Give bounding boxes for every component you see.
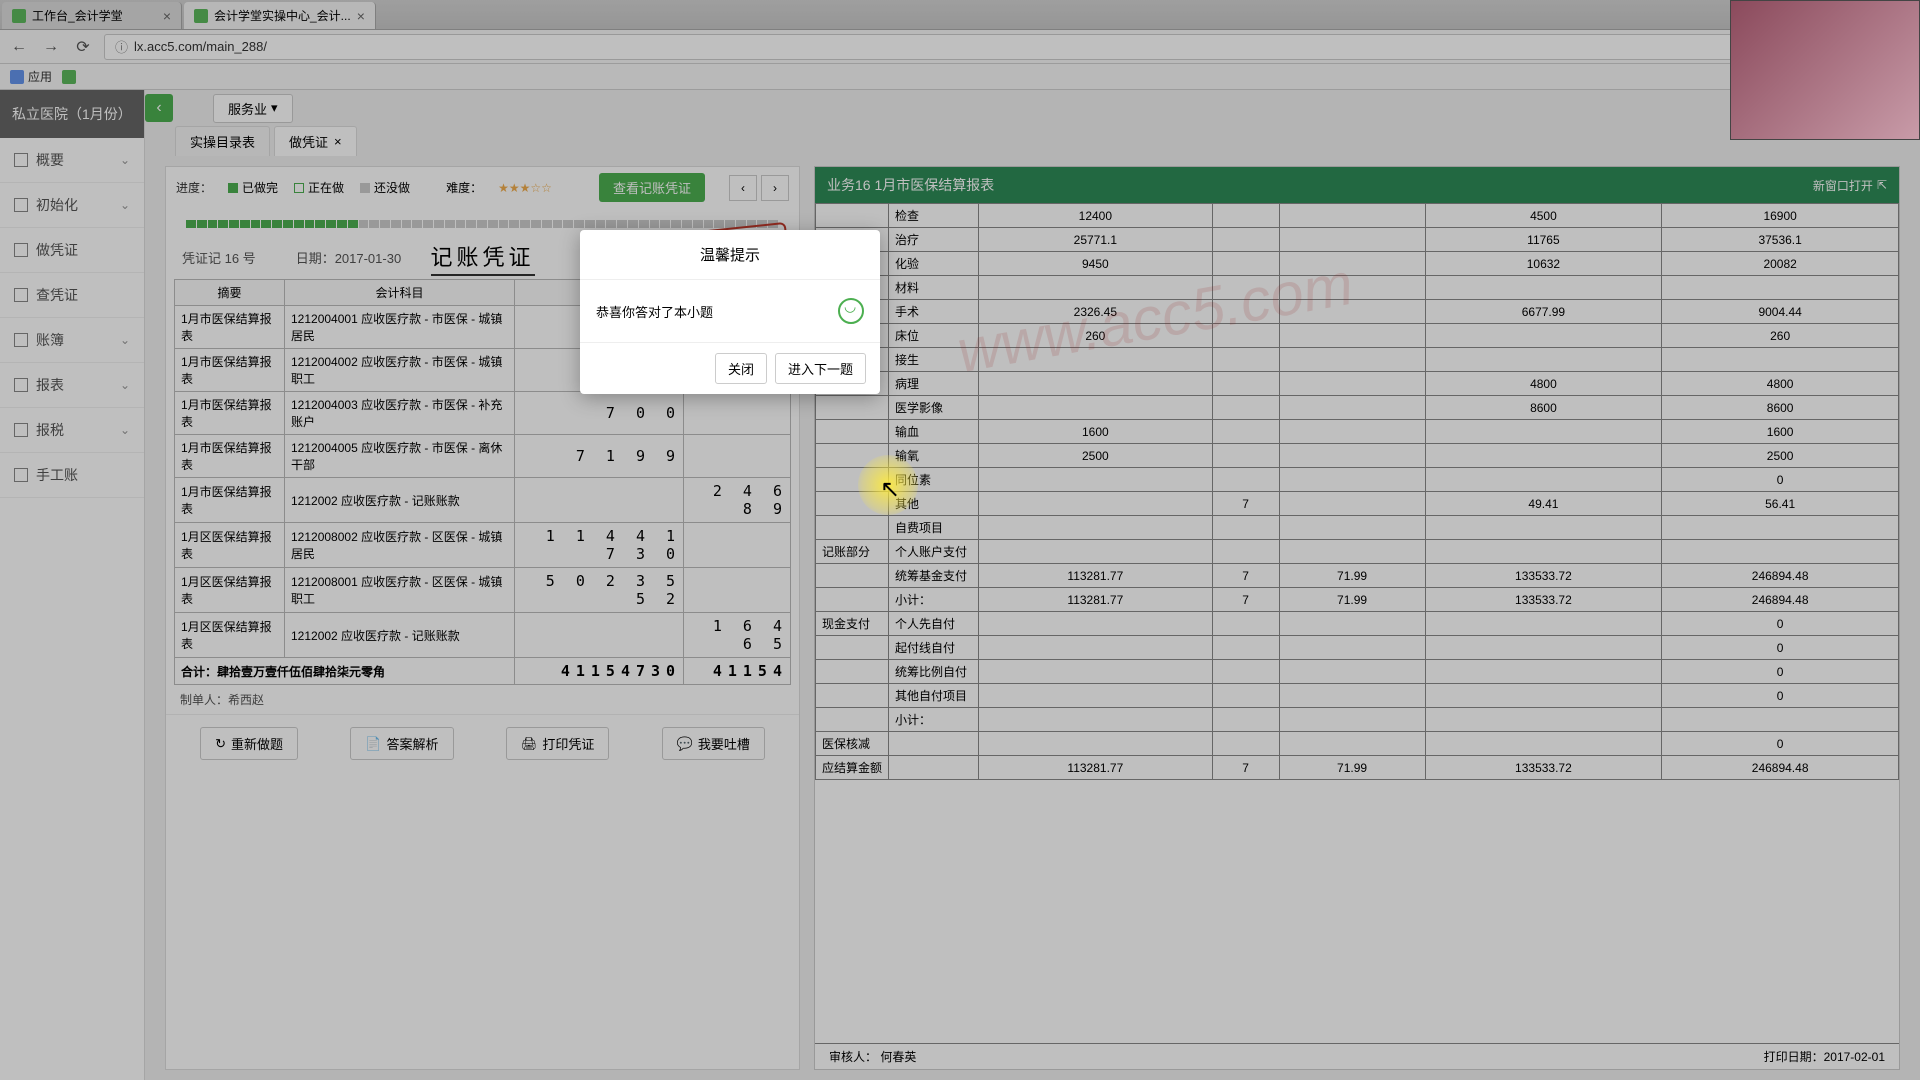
modal-title: 温馨提示 bbox=[580, 230, 880, 280]
modal-footer: 关闭 进入下一题 bbox=[580, 342, 880, 394]
smile-icon bbox=[838, 298, 864, 324]
modal-body: 恭喜你答对了本小题 bbox=[580, 280, 880, 342]
webcam-overlay bbox=[1730, 0, 1920, 140]
modal-dialog: 温馨提示 恭喜你答对了本小题 关闭 进入下一题 bbox=[580, 230, 880, 394]
modal-overlay[interactable] bbox=[0, 0, 1920, 1080]
modal-next-button[interactable]: 进入下一题 bbox=[775, 353, 866, 384]
modal-message: 恭喜你答对了本小题 bbox=[596, 302, 713, 321]
modal-close-button[interactable]: 关闭 bbox=[715, 353, 767, 384]
